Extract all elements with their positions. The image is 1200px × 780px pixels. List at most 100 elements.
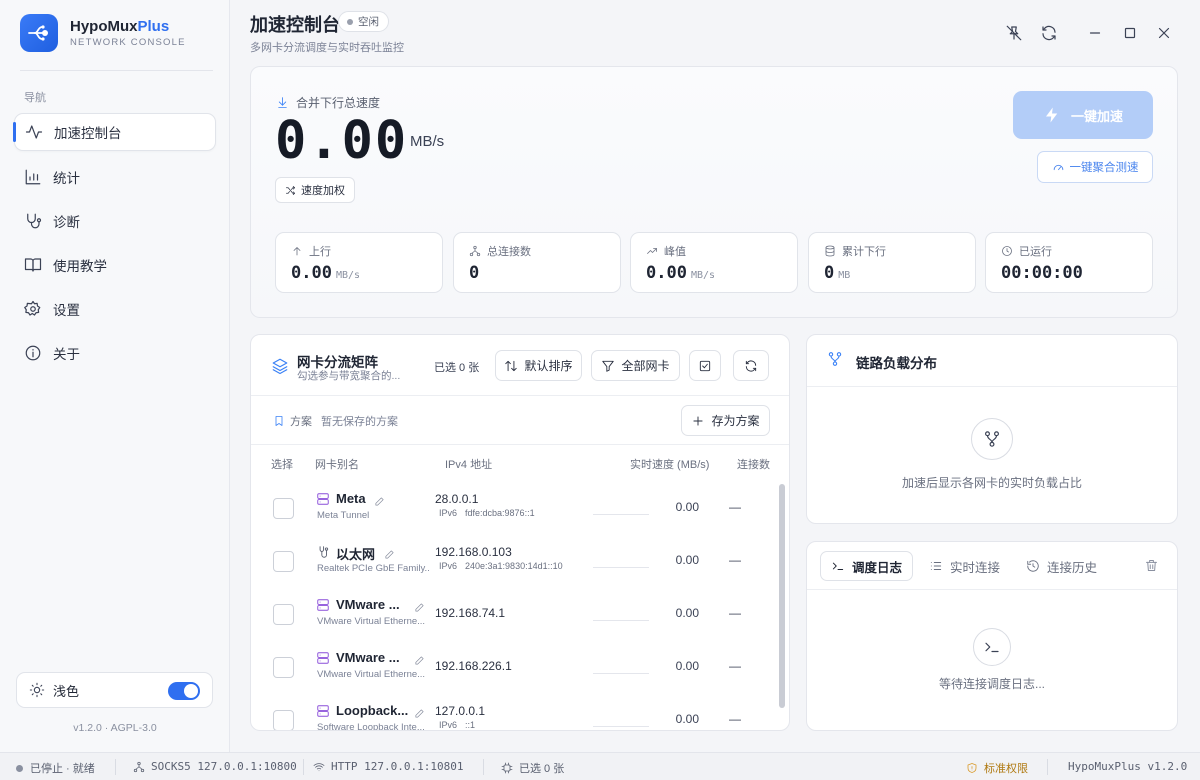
divider <box>115 759 116 775</box>
plus-icon <box>693 415 704 426</box>
edit-icon[interactable] <box>414 708 425 719</box>
table-row[interactable]: Loopback... Software Loopback Inte... 12… <box>251 696 781 730</box>
sidebar-item-diagnose[interactable]: 诊断 <box>14 202 216 240</box>
tab-connection-history[interactable]: 连接历史 <box>1026 551 1097 581</box>
nic-description: VMware Virtual Etherne... <box>317 616 426 627</box>
nic-description: Meta Tunnel <box>317 510 370 521</box>
table-row[interactable]: 以太网 Realtek PCIe GbE Family... 192.168.0… <box>251 537 781 590</box>
speed-sparkline <box>593 726 649 727</box>
sun-icon <box>29 682 45 698</box>
sidebar-item-label: 使用教学 <box>53 259 107 274</box>
trend-up-icon <box>647 248 657 254</box>
select-all-button[interactable] <box>689 350 721 381</box>
refresh-icon[interactable] <box>1040 24 1058 42</box>
minimize-icon[interactable] <box>1086 24 1104 42</box>
pin-off-icon[interactable] <box>1005 24 1023 42</box>
theme-toggle[interactable] <box>168 682 200 700</box>
log-card: 调度日志 实时连接 连接历史 等待连接调度日志... <box>806 541 1178 731</box>
close-icon[interactable] <box>1155 24 1173 42</box>
speed-test-button[interactable]: 一键聚合测速 <box>1037 151 1153 183</box>
nic-description: Realtek PCIe GbE Family... <box>317 563 429 574</box>
sidebar-item-settings[interactable]: 设置 <box>14 290 216 328</box>
plan-row: 方案 暂无保存的方案 <box>273 413 398 429</box>
sidebar-item-tutorial[interactable]: 使用教学 <box>14 246 216 284</box>
nic-ipv6: IPv6::1 <box>439 720 476 730</box>
nic-ipv6: IPv6 240e:3a1:9830:14d1::10 <box>439 561 563 571</box>
column-header: 网卡别名 <box>315 459 359 471</box>
row-checkbox[interactable] <box>273 498 294 519</box>
maximize-icon[interactable] <box>1121 24 1139 42</box>
status-bar: 已停止 · 就绪 SOCKS5 127.0.0.1:10800 HTTP 127… <box>0 752 1200 780</box>
filter-button[interactable]: 全部网卡 <box>591 350 680 381</box>
status-dot <box>347 18 353 25</box>
row-checkbox[interactable] <box>273 657 294 678</box>
sort-icon <box>505 360 518 371</box>
sidebar-item-stats[interactable]: 统计 <box>14 158 216 196</box>
speed-card: 合并下行总速度 0.00 MB/s 速度加权 一键加速 一键聚合测速 上行 0.… <box>250 66 1178 318</box>
table-row[interactable]: VMware ... VMware Virtual Etherne... 192… <box>251 590 781 643</box>
app-subtitle: NETWORK CONSOLE <box>70 37 186 48</box>
page-title: 加速控制台 <box>250 15 340 35</box>
nic-matrix-subtitle: 勾选参与带宽聚合的... <box>297 370 401 382</box>
save-plan-button[interactable]: 存为方案 <box>681 405 770 436</box>
row-checkbox[interactable] <box>273 710 294 730</box>
boost-button[interactable]: 一键加速 <box>1013 91 1153 139</box>
nic-speed: 0.00 <box>675 712 699 726</box>
gear-icon <box>24 300 42 318</box>
refresh-nics-button[interactable] <box>733 350 769 381</box>
edit-icon[interactable] <box>414 655 425 666</box>
edit-icon[interactable] <box>384 549 395 560</box>
clock-icon <box>1002 246 1012 256</box>
network-icon <box>469 245 481 257</box>
stat-uptime: 已运行 00:00:00 <box>985 232 1153 293</box>
status-version: HypoMuxPlus v1.2.0 <box>1068 760 1188 773</box>
theme-label: 浅色 <box>53 683 80 699</box>
sidebar-item-about[interactable]: 关于 <box>14 334 216 372</box>
list-icon <box>930 562 942 570</box>
app-name: HypoMuxPlus <box>70 18 170 35</box>
divider <box>303 759 304 775</box>
speed-sparkline <box>593 620 649 621</box>
bookmark-icon <box>275 416 283 426</box>
load-empty-text: 加速后显示各网卡的实时负载占比 <box>901 476 1082 490</box>
nic-connections: — <box>729 606 741 620</box>
sidebar-item-dashboard[interactable]: 加速控制台 <box>13 113 216 151</box>
tab-schedule-log[interactable]: 调度日志 <box>820 551 914 581</box>
server-icon <box>316 651 330 665</box>
row-checkbox[interactable] <box>273 604 294 625</box>
nic-connections: — <box>729 553 741 567</box>
selected-count: 已选 0 张 <box>434 362 480 374</box>
table-row[interactable]: VMware ... VMware Virtual Etherne... 192… <box>251 643 781 696</box>
table-row[interactable]: Meta Meta Tunnel 28.0.0.1 IPv6 fdfe:dcba:… <box>251 484 781 537</box>
divider <box>251 444 789 445</box>
shield-icon <box>967 763 977 773</box>
row-checkbox[interactable] <box>273 551 294 572</box>
nic-name: Meta <box>336 491 366 506</box>
permission-badge: 标准权限 <box>966 760 1028 776</box>
stat-peak: 峰值 0.00 MB/s <box>630 232 798 293</box>
branch-icon <box>827 351 843 367</box>
total-speed-unit: MB/s <box>410 133 445 150</box>
sort-button[interactable]: 默认排序 <box>495 350 582 381</box>
gauge-icon <box>1053 164 1063 170</box>
tab-live-connections[interactable]: 实时连接 <box>929 551 1000 581</box>
theme-switch[interactable]: 浅色 <box>16 672 213 708</box>
network-icon <box>133 761 145 772</box>
layers-icon <box>271 357 289 375</box>
nic-name: Loopback... <box>336 703 409 718</box>
divider <box>807 589 1177 590</box>
edit-icon[interactable] <box>374 496 385 507</box>
log-empty-text: 等待连接调度日志... <box>938 677 1045 691</box>
table-scrollbar[interactable] <box>779 484 785 708</box>
speed-weight-button[interactable]: 速度加权 <box>275 177 355 203</box>
arrow-up-icon <box>293 247 301 256</box>
shuffle-icon <box>286 185 295 195</box>
edit-icon[interactable] <box>414 602 425 613</box>
history-icon <box>1027 560 1039 572</box>
nic-ipv4: 192.168.226.1 <box>435 659 512 673</box>
nic-ipv4: 192.168.0.103 <box>435 545 512 559</box>
stat-connections: 总连接数 0 <box>453 232 621 293</box>
nic-connections: — <box>729 712 741 726</box>
nav-section-label: 导航 <box>24 92 46 104</box>
trash-icon[interactable] <box>1144 558 1159 573</box>
